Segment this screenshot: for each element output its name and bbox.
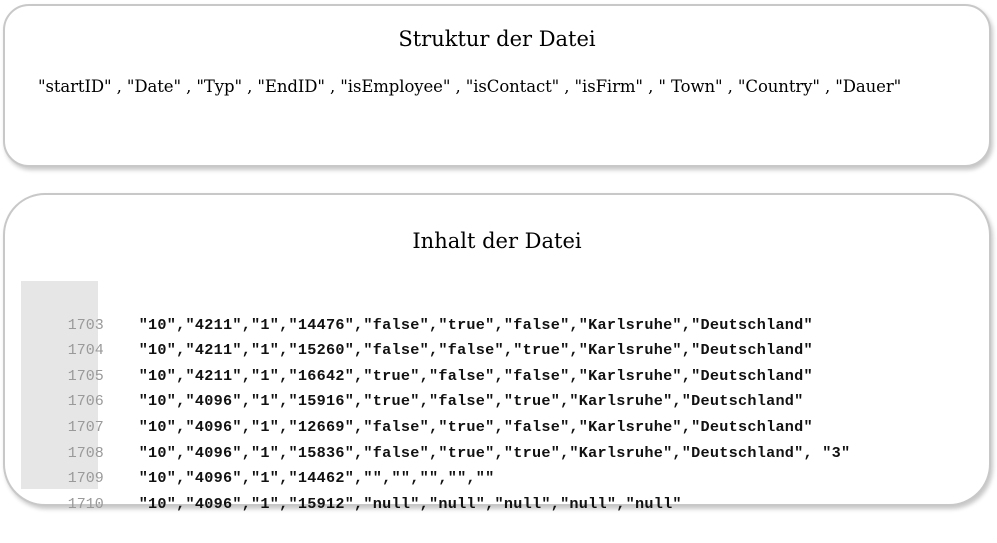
line-number: 1710 [67,495,104,513]
code-line: 1705 "10","4211","1","16642","true","fals… [21,336,850,385]
content-panel: Inhalt der Datei 1703 "10","4211","1","14… [3,193,991,513]
structure-panel: Struktur der Datei "startID" , "Date" , … [3,4,991,167]
code-line: 1707 "10","4096","1","12669","false","tru… [21,387,850,436]
line-text: "10","4096","1","15912","null","null","n… [138,494,682,513]
code-line: 1704 "10","4211","1","15260","false","fal… [21,311,850,359]
code-lines: 1703 "10","4211","1","14476","false","tru… [21,285,850,513]
code-line: 1708 "10","4096","1","15836","false","tru… [21,413,850,462]
code-block: 1703 "10","4211","1","14476","false","tru… [21,281,985,513]
code-line: 1703 "10","4211","1","14476","false","tru… [21,285,850,334]
code-line: 1709 "10","4096","1","14462","","","","",… [21,439,850,487]
content-title: Inhalt der Datei [412,229,582,253]
structure-fields: "startID" , "Date" , "Typ" , "EndID" , "… [38,77,902,96]
code-line: 1706 "10","4096","1","15916","true","fals… [21,362,850,410]
structure-title: Struktur der Datei [398,27,596,51]
code-line: 1710 "10","4096","1","15912","null","null… [21,464,850,513]
